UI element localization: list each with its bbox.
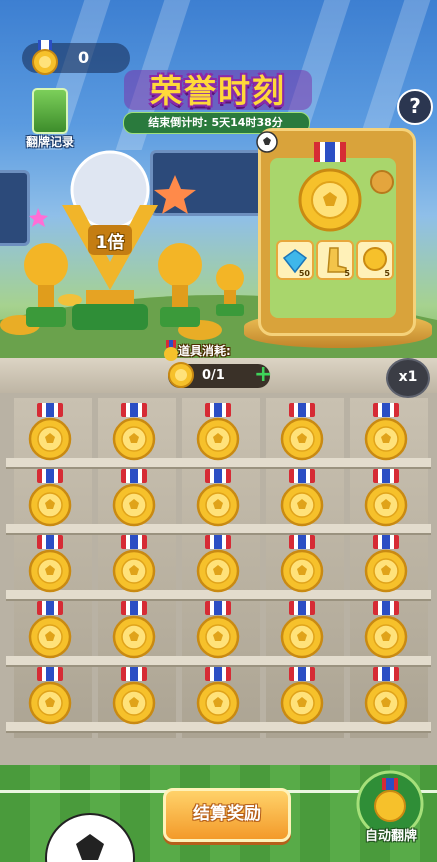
medal-card[interactable] (194, 666, 242, 726)
auto-flip-label[interactable]: 自动翻牌 (349, 825, 433, 844)
medal-card[interactable] (26, 534, 74, 594)
medal-card[interactable] (362, 666, 410, 726)
medal-card-grid (0, 0, 437, 862)
medal-card[interactable] (26, 402, 74, 462)
medal-card[interactable] (110, 534, 158, 594)
medal-card[interactable] (278, 468, 326, 528)
medal-card[interactable] (110, 666, 158, 726)
medal-card[interactable] (362, 402, 410, 462)
medal-card[interactable] (278, 600, 326, 660)
medal-card[interactable] (26, 666, 74, 726)
medal-card[interactable] (26, 600, 74, 660)
medal-card[interactable] (110, 600, 158, 660)
medal-card[interactable] (362, 468, 410, 528)
medal-card[interactable] (110, 468, 158, 528)
medal-card[interactable] (26, 468, 74, 528)
settle-rewards-button[interactable]: 结算奖励 (163, 788, 291, 842)
soccer-ball-icon (45, 813, 135, 862)
medal-card[interactable] (278, 534, 326, 594)
medal-card[interactable] (278, 402, 326, 462)
medal-card[interactable] (278, 666, 326, 726)
medal-card[interactable] (362, 600, 410, 660)
medal-card[interactable] (194, 402, 242, 462)
medal-card[interactable] (194, 468, 242, 528)
medal-card[interactable] (110, 402, 158, 462)
medal-card[interactable] (194, 534, 242, 594)
medal-card[interactable] (362, 534, 410, 594)
medal-card[interactable] (194, 600, 242, 660)
